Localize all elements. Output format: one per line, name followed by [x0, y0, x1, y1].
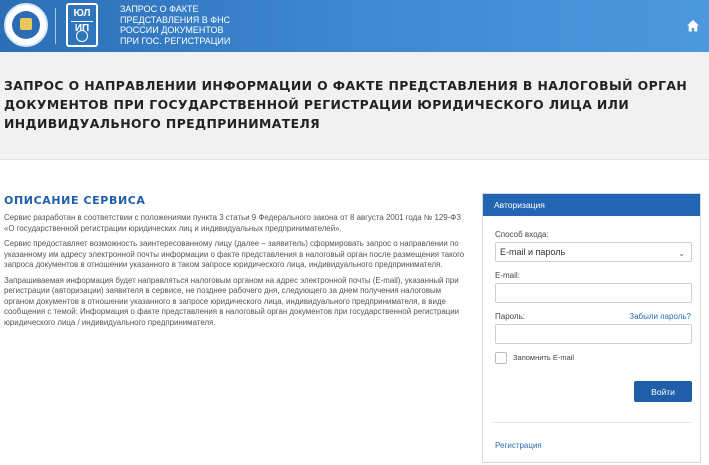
divider: [493, 422, 692, 423]
header-separator: [55, 8, 56, 44]
service-name-line: РОССИИ ДОКУМЕНТОВ: [120, 25, 224, 35]
service-name: ЗАПРОС О ФАКТЕ ПРЕДСТАВЛЕНИЯ В ФНС РОССИ…: [120, 4, 230, 46]
login-method-value: E-mail и пароль: [500, 247, 566, 257]
description-paragraph: Сервис разработан в соответствии с полож…: [4, 213, 462, 233]
remember-email-label[interactable]: Запомнить E-mail: [513, 353, 574, 362]
description-paragraph: Сервис предоставляет возможность заинтер…: [4, 239, 465, 269]
service-logo-line1: ЮЛ: [73, 8, 91, 19]
service-description: Сервис разработан в соответствии с полож…: [4, 213, 466, 333]
auth-panel: Авторизация Способ входа: E-mail и парол…: [482, 193, 701, 463]
check-icon: [76, 30, 88, 42]
register-link[interactable]: Регистрация: [495, 441, 542, 450]
service-name-line: ЗАПРОС О ФАКТЕ: [120, 4, 199, 14]
login-method-label: Способ входа:: [495, 230, 549, 239]
service-name-line: ПРЕДСТАВЛЕНИЯ В ФНС: [120, 14, 231, 25]
description-heading: ОПИСАНИЕ СЕРВИСА: [4, 194, 146, 207]
remember-email-checkbox[interactable]: [495, 352, 507, 364]
chevron-down-icon: ⌄: [678, 249, 685, 258]
service-logo[interactable]: ЮЛ ИП: [66, 3, 98, 47]
fns-emblem-logo[interactable]: [4, 3, 48, 47]
password-label: Пароль:: [495, 312, 525, 321]
top-header: ЮЛ ИП ЗАПРОС О ФАКТЕ ПРЕДСТАВЛЕНИЯ В ФНС…: [0, 0, 709, 52]
email-label: E-mail:: [495, 271, 520, 280]
service-name-line: ПРИ ГОС. РЕГИСТРАЦИИ: [120, 35, 231, 46]
forgot-password-link[interactable]: Забыли пароль?: [629, 312, 691, 321]
password-field[interactable]: [495, 324, 692, 344]
home-icon[interactable]: [686, 19, 700, 33]
auth-panel-title: Авторизация: [483, 194, 700, 216]
description-paragraph: Запрашиваемая информация будет направлят…: [4, 275, 460, 327]
login-button[interactable]: Войти: [634, 381, 692, 402]
login-method-select[interactable]: E-mail и пароль ⌄: [495, 242, 692, 262]
email-field[interactable]: [495, 283, 692, 303]
page-title: ЗАПРОС О НАПРАВЛЕНИИ ИНФОРМАЦИИ О ФАКТЕ …: [4, 78, 688, 131]
